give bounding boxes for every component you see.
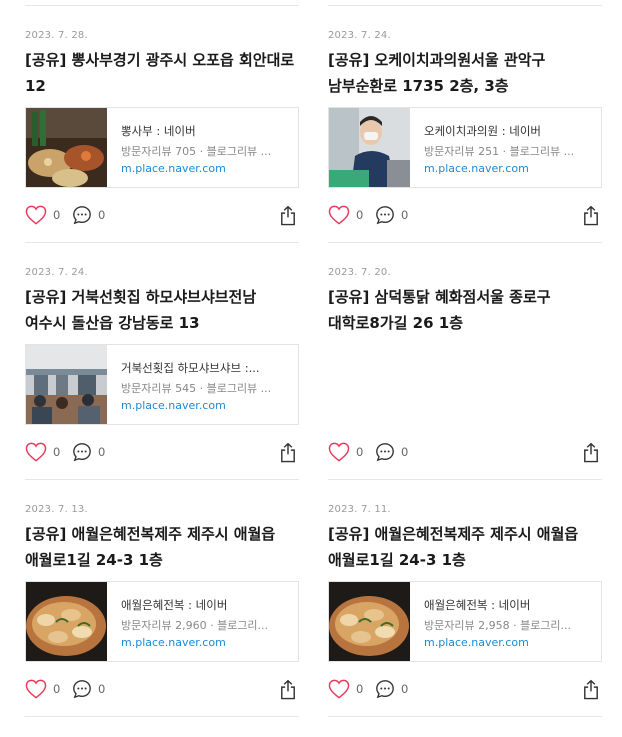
link-preview[interactable]: 애월은혜전복 : 네이버 방문자리뷰 2,960 · 블로그리... m.pla…	[25, 581, 299, 662]
like-count: 0	[53, 682, 61, 696]
comment-icon	[73, 206, 91, 225]
link-title: 거북선횟집 하모샤브샤브 :...	[121, 361, 260, 375]
link-title: 애월은혜전복 : 네이버	[121, 598, 228, 612]
link-title: 뽕사부 : 네이버	[121, 124, 196, 138]
divider	[25, 242, 299, 243]
like-count: 0	[53, 208, 61, 222]
link-description: 방문자리뷰 2,958 · 블로그리...	[424, 619, 572, 632]
post-actions: 0 0	[25, 679, 299, 701]
divider	[25, 479, 299, 480]
share-icon	[584, 679, 598, 700]
post-title[interactable]: [공유] 뽕사부경기 광주시 오포읍 회안대로 12	[25, 47, 299, 99]
comment-count: 0	[401, 208, 409, 222]
comment-button[interactable]: 0	[72, 679, 105, 699]
post-date: 2023. 7. 11.	[328, 504, 391, 515]
post-date: 2023. 7. 24.	[328, 30, 391, 41]
link-preview[interactable]: 애월은혜전복 : 네이버 방문자리뷰 2,958 · 블로그리... m.pla…	[328, 581, 602, 662]
link-description: 방문자리뷰 705 · 블로그리뷰 ...	[121, 145, 272, 158]
post-title[interactable]: [공유] 애월은혜전복제주 제주시 애월읍 애월로1길 24-3 1층	[25, 521, 299, 573]
like-count: 0	[53, 445, 61, 459]
share-icon	[584, 205, 598, 226]
like-button[interactable]: 0	[328, 205, 363, 225]
comment-button[interactable]: 0	[375, 442, 408, 462]
comment-button[interactable]: 0	[72, 442, 105, 462]
like-button[interactable]: 0	[328, 679, 363, 699]
heart-icon	[328, 205, 350, 225]
thumbnail-image	[26, 345, 107, 424]
like-count: 0	[356, 682, 364, 696]
heart-icon	[328, 679, 350, 699]
thumbnail-image	[329, 108, 410, 187]
share-icon	[584, 442, 598, 463]
like-count: 0	[356, 445, 364, 459]
post-date: 2023. 7. 13.	[25, 504, 88, 515]
link-description: 방문자리뷰 251 · 블로그리뷰 ...	[424, 145, 575, 158]
thumbnail-image	[329, 582, 410, 661]
like-count: 0	[356, 208, 364, 222]
comment-icon	[376, 206, 394, 225]
divider	[328, 716, 602, 717]
divider	[328, 242, 602, 243]
comment-icon	[73, 443, 91, 462]
heart-icon	[25, 205, 47, 225]
comment-count: 0	[401, 445, 409, 459]
post-date: 2023. 7. 24.	[25, 267, 88, 278]
comment-icon	[376, 680, 394, 699]
heart-icon	[25, 679, 47, 699]
post-title[interactable]: [공유] 삼덕통닭 혜화점서울 종로구 대학로8가길 26 1층	[328, 284, 602, 336]
comment-count: 0	[98, 682, 106, 696]
link-preview[interactable]: 뽕사부 : 네이버 방문자리뷰 705 · 블로그리뷰 ... m.place.…	[25, 107, 299, 188]
share-button[interactable]	[279, 205, 297, 230]
like-button[interactable]: 0	[328, 442, 363, 462]
post-actions: 0 0	[328, 442, 602, 464]
link-url: m.place.naver.com	[121, 399, 226, 412]
share-button[interactable]	[279, 679, 297, 704]
divider	[328, 479, 602, 480]
comment-icon	[376, 443, 394, 462]
link-description: 방문자리뷰 545 · 블로그리뷰 ...	[121, 382, 272, 395]
share-button[interactable]	[582, 679, 600, 704]
share-button[interactable]	[279, 442, 297, 467]
post-date: 2023. 7. 28.	[25, 30, 88, 41]
post-actions: 0 0	[25, 442, 299, 464]
link-url: m.place.naver.com	[424, 636, 529, 649]
post-date: 2023. 7. 20.	[328, 267, 391, 278]
heart-icon	[25, 442, 47, 462]
link-url: m.place.naver.com	[424, 162, 529, 175]
comment-button[interactable]: 0	[375, 205, 408, 225]
like-button[interactable]: 0	[25, 205, 60, 225]
link-description: 방문자리뷰 2,960 · 블로그리...	[121, 619, 269, 632]
link-title: 오케이치과의원 : 네이버	[424, 124, 541, 138]
thumbnail-image	[26, 108, 107, 187]
like-button[interactable]: 0	[25, 442, 60, 462]
share-icon	[281, 205, 295, 226]
link-preview[interactable]: 오케이치과의원 : 네이버 방문자리뷰 251 · 블로그리뷰 ... m.pl…	[328, 107, 602, 188]
share-icon	[281, 442, 295, 463]
comment-icon	[73, 680, 91, 699]
share-button[interactable]	[582, 205, 600, 230]
comment-button[interactable]: 0	[375, 679, 408, 699]
link-preview[interactable]: 거북선횟집 하모샤브샤브 :... 방문자리뷰 545 · 블로그리뷰 ... …	[25, 344, 299, 425]
post-actions: 0 0	[25, 205, 299, 227]
like-button[interactable]: 0	[25, 679, 60, 699]
heart-icon	[328, 442, 350, 462]
link-title: 애월은혜전복 : 네이버	[424, 598, 531, 612]
comment-count: 0	[401, 682, 409, 696]
thumbnail-image	[26, 582, 107, 661]
share-icon	[281, 679, 295, 700]
post-title[interactable]: [공유] 애월은혜전복제주 제주시 애월읍 애월로1길 24-3 1층	[328, 521, 602, 573]
post-title[interactable]: [공유] 오케이치과의원서울 관악구 남부순환로 1735 2층, 3층	[328, 47, 602, 99]
divider	[25, 5, 299, 6]
divider	[328, 5, 602, 6]
divider	[25, 716, 299, 717]
comment-count: 0	[98, 208, 106, 222]
post-title[interactable]: [공유] 거북선횟집 하모샤브샤브전남 여수시 돌산읍 강남동로 13	[25, 284, 299, 336]
share-button[interactable]	[582, 442, 600, 467]
post-actions: 0 0	[328, 679, 602, 701]
comment-button[interactable]: 0	[72, 205, 105, 225]
link-url: m.place.naver.com	[121, 162, 226, 175]
link-url: m.place.naver.com	[121, 636, 226, 649]
comment-count: 0	[98, 445, 106, 459]
post-actions: 0 0	[328, 205, 602, 227]
